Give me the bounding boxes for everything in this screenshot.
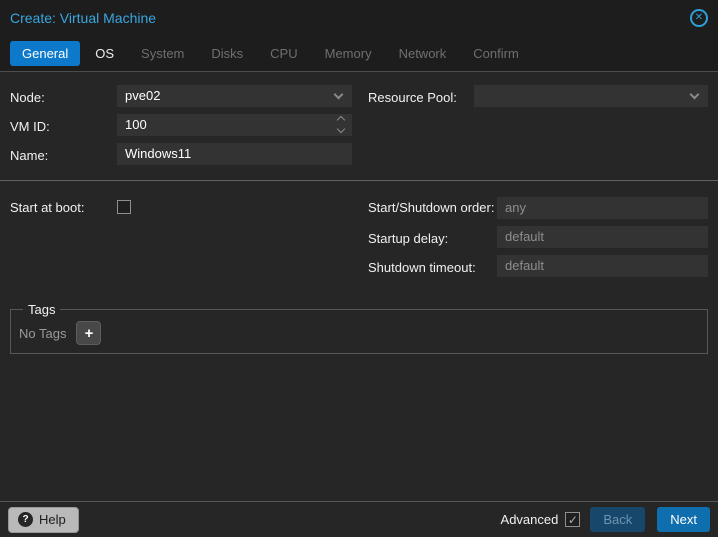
section-divider bbox=[0, 180, 718, 181]
plus-icon: + bbox=[84, 324, 94, 342]
dialog-title: Create: Virtual Machine bbox=[10, 10, 157, 26]
node-value: pve02 bbox=[125, 88, 161, 103]
help-button-label: Help bbox=[39, 512, 66, 527]
vmid-value: 100 bbox=[125, 117, 147, 132]
advanced-checkbox[interactable]: ✓ bbox=[565, 512, 581, 527]
shutdown-timeout-placeholder: default bbox=[505, 258, 545, 273]
help-icon: ? bbox=[18, 512, 33, 527]
spinner-arrows[interactable] bbox=[336, 115, 346, 134]
start-shutdown-order-input[interactable]: any bbox=[497, 197, 708, 219]
identity-section: Node: pve02 VM ID: 100 Name: Windows11 R… bbox=[10, 85, 708, 172]
name-value: Windows11 bbox=[125, 146, 192, 161]
chevron-down-icon[interactable] bbox=[336, 124, 346, 134]
chevron-down-icon[interactable] bbox=[689, 89, 700, 100]
start-shutdown-order-label: Start/Shutdown order: bbox=[368, 200, 495, 215]
tab-general[interactable]: General bbox=[10, 41, 81, 66]
shutdown-timeout-label: Shutdown timeout: bbox=[368, 259, 476, 275]
dialog-footer: ? Help Advanced ✓ Back Next bbox=[0, 501, 718, 537]
dialog-titlebar: Create: Virtual Machine ✕ bbox=[0, 0, 718, 36]
wizard-tabbar: General OS System Disks CPU Memory Netwo… bbox=[0, 36, 718, 71]
start-at-boot-label: Start at boot: bbox=[10, 200, 85, 215]
back-button[interactable]: Back bbox=[590, 507, 646, 532]
tab-network: Network bbox=[398, 46, 447, 61]
tags-legend: Tags bbox=[28, 302, 56, 317]
add-tag-button[interactable]: + bbox=[76, 321, 102, 345]
tab-os[interactable]: OS bbox=[83, 41, 126, 66]
node-combobox[interactable]: pve02 bbox=[117, 85, 352, 107]
tab-cpu: CPU bbox=[270, 46, 298, 61]
start-at-boot-checkbox[interactable] bbox=[117, 200, 131, 214]
chevron-up-icon[interactable] bbox=[336, 115, 346, 125]
resource-pool-label: Resource Pool: bbox=[368, 90, 457, 105]
tab-memory: Memory bbox=[324, 46, 372, 61]
resource-pool-combobox[interactable] bbox=[474, 85, 708, 107]
checkmark-icon: ✓ bbox=[567, 512, 578, 527]
tab-confirm: Confirm bbox=[473, 46, 519, 61]
node-label: Node: bbox=[10, 89, 45, 105]
vmid-spinner[interactable]: 100 bbox=[117, 114, 352, 136]
general-tab-panel: Node: pve02 VM ID: 100 Name: Windows11 R… bbox=[0, 71, 718, 501]
vmid-label: VM ID: bbox=[10, 118, 50, 134]
tags-fieldset: Tags No Tags + bbox=[10, 302, 708, 354]
next-button[interactable]: Next bbox=[657, 507, 710, 532]
create-vm-dialog: Create: Virtual Machine ✕ General OS Sys… bbox=[0, 0, 718, 537]
shutdown-timeout-input[interactable]: default bbox=[497, 255, 708, 277]
no-tags-text: No Tags bbox=[19, 325, 67, 341]
chevron-down-icon[interactable] bbox=[333, 89, 344, 100]
tab-system: System bbox=[141, 46, 185, 61]
help-button[interactable]: ? Help bbox=[8, 506, 79, 533]
advanced-label: Advanced bbox=[500, 512, 559, 527]
startup-delay-input[interactable]: default bbox=[497, 226, 708, 248]
start-shutdown-order-placeholder: any bbox=[505, 200, 526, 215]
tab-disks: Disks bbox=[211, 46, 244, 61]
startup-delay-placeholder: default bbox=[505, 229, 545, 244]
close-icon[interactable]: ✕ bbox=[690, 9, 708, 27]
name-input[interactable]: Windows11 bbox=[117, 143, 352, 165]
startup-section: Start at boot: Start/Shutdown order: any… bbox=[10, 197, 708, 284]
startup-delay-label: Startup delay: bbox=[368, 230, 449, 246]
name-label: Name: bbox=[10, 147, 49, 163]
